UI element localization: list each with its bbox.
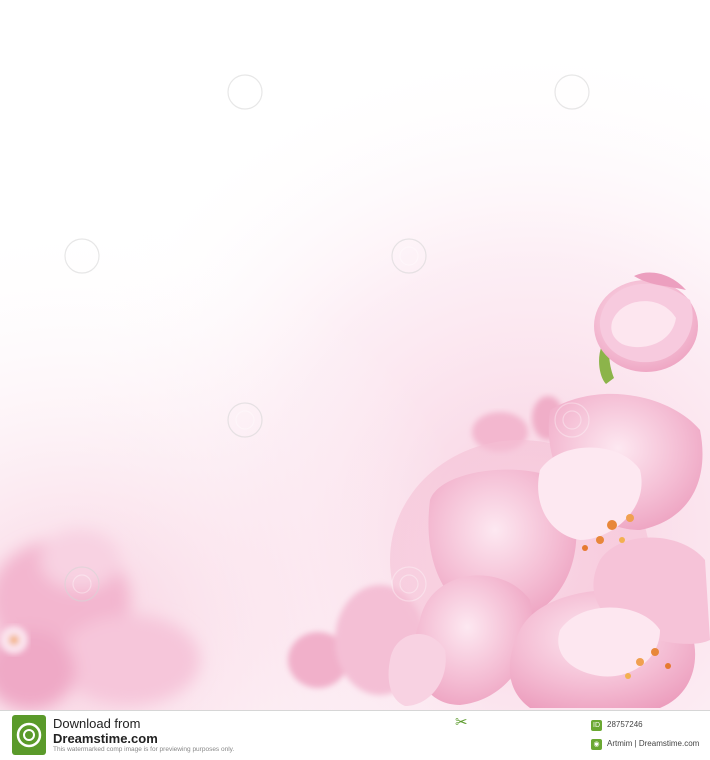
id-badge-icon: ID — [591, 720, 602, 731]
blurred-flower-left-center — [0, 626, 28, 654]
stock-footer: Download from Dreamstime.com This waterm… — [0, 710, 710, 760]
download-from-label: Download from — [53, 716, 141, 731]
preview-note: This watermarked comp image is for previ… — [53, 746, 235, 753]
camera-author-icon: ◉ — [591, 739, 602, 750]
scissors-icon: ✂ — [455, 714, 468, 731]
dreamstime-spiral-logo-icon[interactable] — [12, 715, 46, 755]
image-id: 28757246 — [607, 720, 643, 729]
stock-photo — [0, 0, 710, 710]
site-name-link[interactable]: Dreamstime.com — [53, 731, 158, 746]
pink-flowers-illustration — [0, 0, 710, 710]
author-credit[interactable]: Artmim | Dreamstime.com — [607, 739, 699, 748]
